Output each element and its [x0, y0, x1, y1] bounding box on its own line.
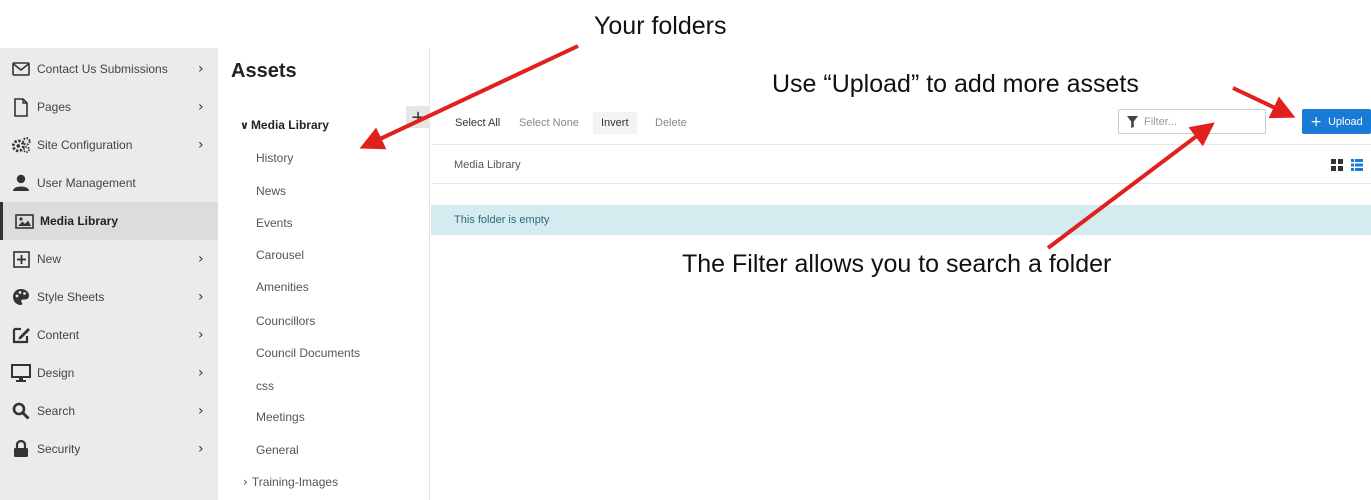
chevron-right-icon: ›: [198, 99, 204, 115]
chevron-right-icon: ›: [198, 251, 204, 267]
edit-icon: [11, 325, 31, 345]
sidebar-item-label: User Management: [37, 176, 136, 190]
folder-tree-panel: Assets + ∨ Media Library History News Eve…: [218, 48, 430, 500]
upload-label: Upload: [1327, 115, 1363, 128]
folder-item[interactable]: Councillors: [256, 314, 315, 328]
sidebar: Contact Us Submissions › Pages › Site Co…: [0, 48, 218, 500]
sidebar-item-content[interactable]: Content ›: [0, 316, 218, 354]
sidebar-item-label: Security: [37, 442, 81, 456]
sidebar-item-contact-us-submissions[interactable]: Contact Us Submissions ›: [0, 50, 218, 88]
annotation-your-folders: Your folders: [594, 12, 727, 40]
envelope-icon: [11, 59, 31, 79]
sidebar-item-media-library[interactable]: Media Library: [0, 202, 218, 240]
chevron-right-icon: ›: [198, 365, 204, 381]
grid-view-icon[interactable]: [1331, 159, 1343, 171]
chevron-right-icon: ›: [243, 475, 248, 489]
folder-item[interactable]: css: [256, 379, 274, 393]
breadcrumb[interactable]: Media Library: [454, 159, 521, 171]
delete-button[interactable]: Delete: [647, 112, 695, 134]
folder-item[interactable]: Amenities: [256, 280, 309, 294]
sidebar-item-label: Pages: [37, 100, 72, 114]
search-icon: [11, 401, 31, 421]
folder-item[interactable]: Carousel: [256, 248, 304, 262]
partial-icon: [11, 494, 31, 500]
sidebar-item-cutoff[interactable]: [0, 468, 218, 500]
sidebar-item-label: Media Library: [40, 214, 119, 228]
plus-icon: +: [1310, 113, 1322, 130]
invert-button[interactable]: Invert: [593, 112, 637, 134]
folder-label: Training-Images: [251, 475, 339, 489]
list-view-icon[interactable]: [1351, 159, 1363, 171]
filter-input[interactable]: Filter...: [1118, 109, 1266, 134]
lock-icon: [11, 439, 31, 459]
sidebar-item-label: Style Sheets: [37, 290, 105, 304]
folder-item[interactable]: Events: [256, 216, 293, 230]
tree-root-media-library[interactable]: ∨ Media Library: [240, 118, 329, 132]
page-title: Assets: [231, 60, 297, 82]
folder-item[interactable]: News: [256, 184, 286, 198]
select-none-button[interactable]: Select None: [511, 112, 587, 134]
chevron-right-icon: ›: [198, 289, 204, 305]
sidebar-item-pages[interactable]: Pages ›: [0, 88, 218, 126]
folder-item[interactable]: General: [256, 443, 299, 457]
sidebar-item-label: Content: [37, 328, 80, 342]
chevron-down-icon: ∨: [240, 119, 249, 132]
tree-root-label: Media Library: [250, 118, 329, 132]
page-icon: [11, 97, 31, 117]
sidebar-item-search[interactable]: Search ›: [0, 392, 218, 430]
annotation-upload-hint: Use “Upload” to add more assets: [772, 70, 1139, 98]
sidebar-item-user-management[interactable]: User Management: [0, 164, 218, 202]
select-all-button[interactable]: Select All: [447, 112, 508, 134]
chevron-right-icon: ›: [198, 61, 204, 77]
chevron-right-icon: ›: [198, 137, 204, 153]
sidebar-item-label: Contact Us Submissions: [37, 62, 168, 76]
chevron-right-icon: ›: [198, 403, 204, 419]
sidebar-item-label: New: [37, 252, 62, 266]
sidebar-item-label: Site Configuration: [37, 138, 133, 152]
plus-square-icon: [11, 249, 31, 269]
empty-folder-banner: This folder is empty: [431, 205, 1371, 235]
filter-icon: [1127, 115, 1138, 128]
main-panel: Select All Select None Invert Delete Fil…: [431, 98, 1371, 500]
gears-icon: [11, 135, 31, 155]
folder-item[interactable]: History: [256, 151, 293, 165]
chevron-right-icon: ›: [198, 441, 204, 457]
user-icon: [11, 173, 31, 193]
sidebar-item-site-configuration[interactable]: Site Configuration ›: [0, 126, 218, 164]
empty-folder-message: This folder is empty: [454, 214, 550, 226]
upload-button[interactable]: + Upload: [1302, 109, 1371, 134]
sidebar-item-design[interactable]: Design ›: [0, 354, 218, 392]
folder-item[interactable]: Council Documents: [256, 346, 360, 360]
breadcrumb-bar: Media Library: [431, 144, 1371, 184]
folder-item[interactable]: Meetings: [256, 410, 305, 424]
sidebar-item-new[interactable]: New ›: [0, 240, 218, 278]
chevron-right-icon: ›: [198, 327, 204, 343]
folder-item-collapsed[interactable]: › Training-Images: [243, 475, 338, 489]
annotation-filter-hint: The Filter allows you to search a folder: [682, 250, 1112, 278]
sidebar-item-label: Search: [37, 404, 76, 418]
filter-placeholder: Filter...: [1144, 115, 1178, 128]
monitor-icon: [11, 363, 31, 383]
sidebar-item-style-sheets[interactable]: Style Sheets ›: [0, 278, 218, 316]
sidebar-item-label: Design: [37, 366, 75, 380]
palette-icon: [11, 287, 31, 307]
add-folder-button[interactable]: +: [406, 106, 430, 128]
sidebar-item-security[interactable]: Security ›: [0, 430, 218, 468]
image-icon: [14, 211, 34, 231]
